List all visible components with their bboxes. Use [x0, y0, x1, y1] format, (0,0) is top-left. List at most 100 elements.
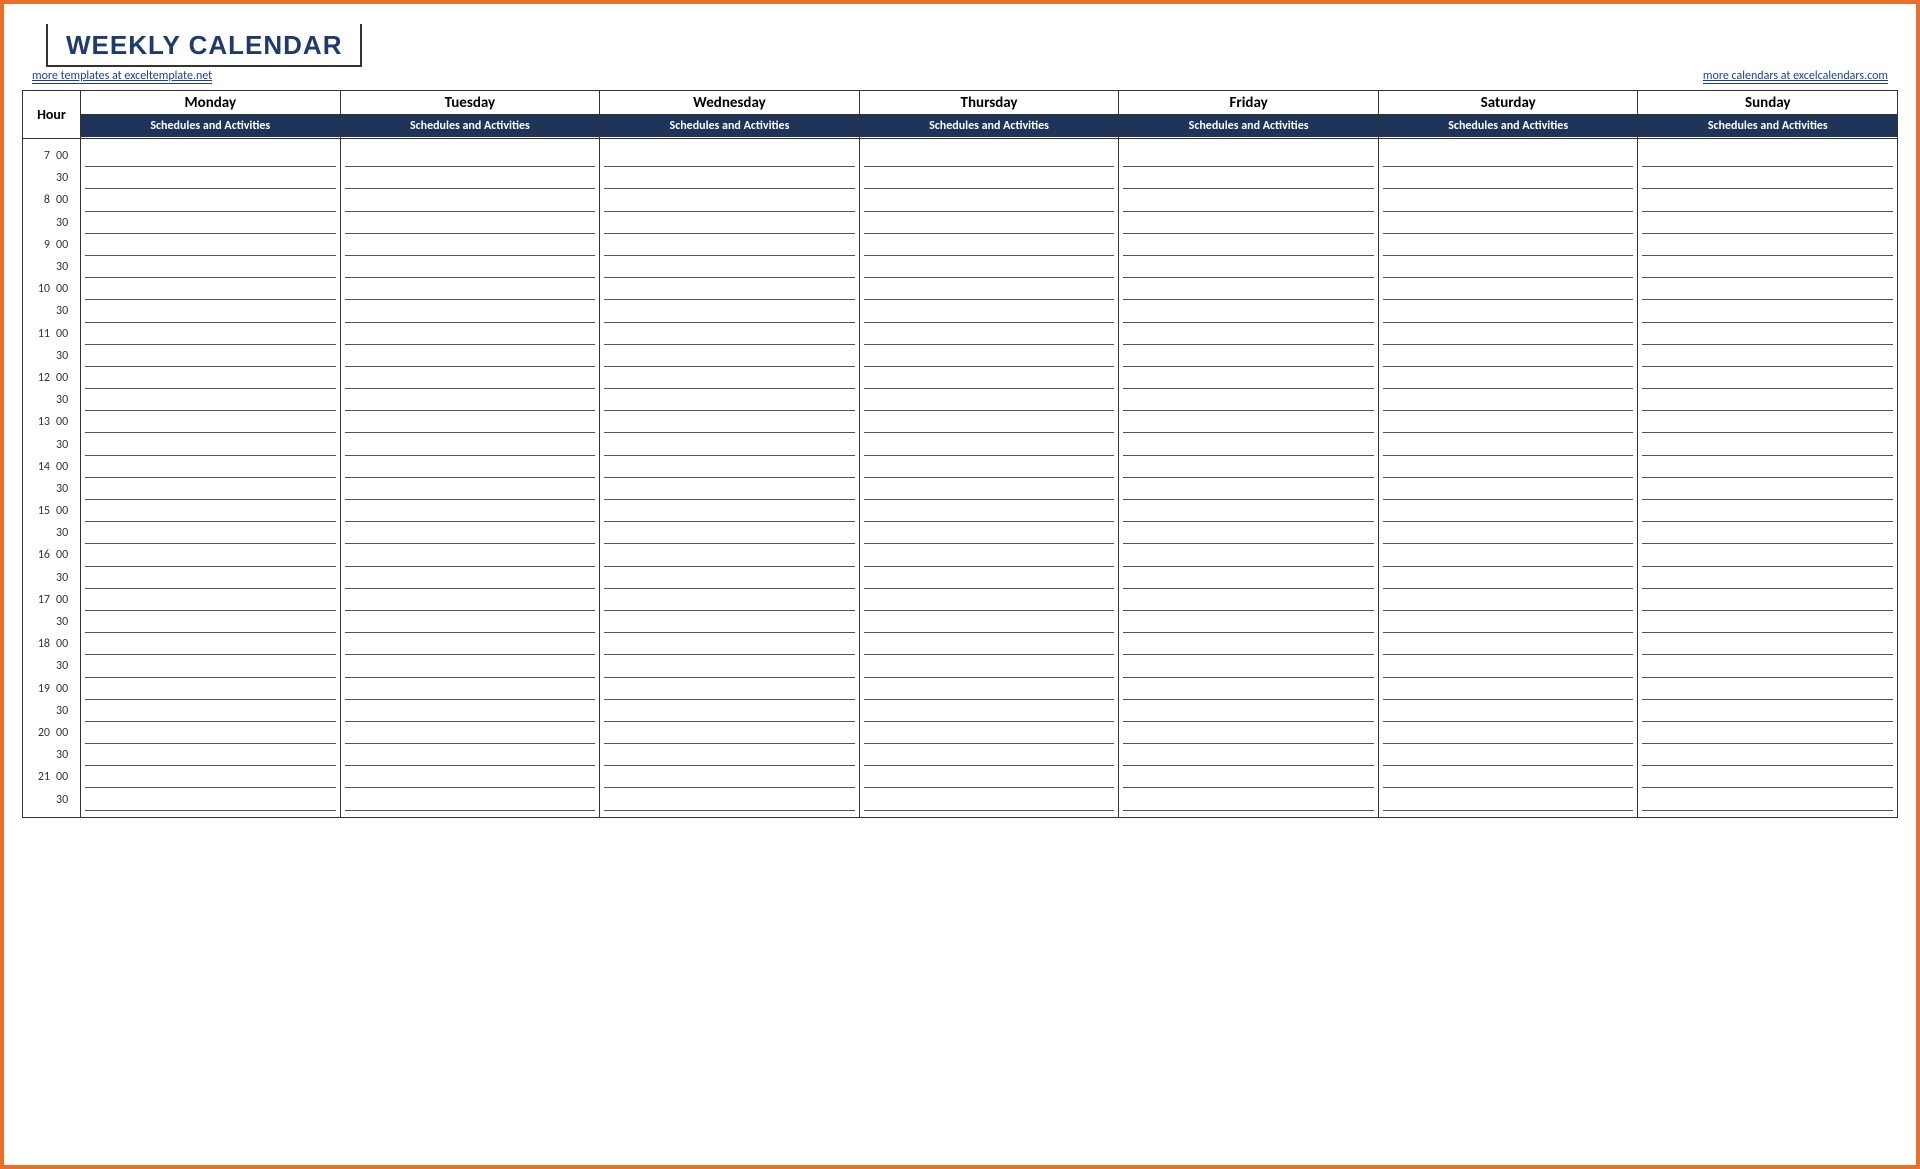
schedule-slot[interactable]: [85, 367, 336, 389]
schedule-slot[interactable]: [1383, 456, 1634, 478]
schedule-slot[interactable]: [604, 544, 855, 566]
schedule-slot[interactable]: [864, 212, 1115, 234]
schedule-slot[interactable]: [345, 544, 596, 566]
schedule-slot[interactable]: [604, 522, 855, 544]
schedule-slot[interactable]: [604, 256, 855, 278]
schedule-slot[interactable]: [345, 567, 596, 589]
schedule-slot[interactable]: [1123, 367, 1374, 389]
schedule-slot[interactable]: [85, 478, 336, 500]
schedule-slot[interactable]: [345, 700, 596, 722]
schedule-slot[interactable]: [345, 788, 596, 810]
schedule-slot[interactable]: [1383, 788, 1634, 810]
schedule-slot[interactable]: [604, 722, 855, 744]
schedule-slot[interactable]: [1642, 655, 1893, 677]
schedule-slot[interactable]: [1123, 700, 1374, 722]
schedule-slot[interactable]: [345, 722, 596, 744]
schedule-slot[interactable]: [85, 345, 336, 367]
schedule-slot[interactable]: [864, 522, 1115, 544]
schedule-slot[interactable]: [85, 788, 336, 810]
schedule-slot[interactable]: [85, 700, 336, 722]
schedule-slot[interactable]: [604, 766, 855, 788]
schedule-slot[interactable]: [85, 145, 336, 167]
schedule-slot[interactable]: [1383, 234, 1634, 256]
schedule-slot[interactable]: [345, 256, 596, 278]
schedule-slot[interactable]: [1642, 234, 1893, 256]
schedule-slot[interactable]: [345, 323, 596, 345]
schedule-slot[interactable]: [85, 744, 336, 766]
schedule-slot[interactable]: [85, 522, 336, 544]
schedule-slot[interactable]: [864, 234, 1115, 256]
schedule-slot[interactable]: [345, 389, 596, 411]
schedule-slot[interactable]: [1123, 433, 1374, 455]
schedule-slot[interactable]: [864, 633, 1115, 655]
schedule-slot[interactable]: [864, 167, 1115, 189]
schedule-slot[interactable]: [1123, 744, 1374, 766]
schedule-slot[interactable]: [604, 744, 855, 766]
schedule-slot[interactable]: [604, 189, 855, 211]
schedule-slot[interactable]: [604, 367, 855, 389]
schedule-slot[interactable]: [864, 655, 1115, 677]
schedule-slot[interactable]: [1383, 278, 1634, 300]
schedule-slot[interactable]: [1642, 722, 1893, 744]
schedule-slot[interactable]: [1642, 611, 1893, 633]
schedule-slot[interactable]: [85, 189, 336, 211]
schedule-slot[interactable]: [604, 567, 855, 589]
schedule-slot[interactable]: [345, 456, 596, 478]
schedule-slot[interactable]: [604, 611, 855, 633]
schedule-slot[interactable]: [345, 522, 596, 544]
schedule-slot[interactable]: [864, 500, 1115, 522]
schedule-slot[interactable]: [85, 611, 336, 633]
schedule-slot[interactable]: [1383, 544, 1634, 566]
schedule-slot[interactable]: [1123, 678, 1374, 700]
schedule-slot[interactable]: [85, 766, 336, 788]
schedule-slot[interactable]: [1642, 389, 1893, 411]
schedule-slot[interactable]: [604, 300, 855, 322]
schedule-slot[interactable]: [345, 367, 596, 389]
schedule-slot[interactable]: [1642, 145, 1893, 167]
schedule-slot[interactable]: [1642, 278, 1893, 300]
schedule-slot[interactable]: [85, 544, 336, 566]
schedule-slot[interactable]: [85, 655, 336, 677]
schedule-slot[interactable]: [85, 722, 336, 744]
schedule-slot[interactable]: [1123, 500, 1374, 522]
schedule-slot[interactable]: [1642, 411, 1893, 433]
schedule-slot[interactable]: [1642, 700, 1893, 722]
schedule-slot[interactable]: [1383, 367, 1634, 389]
schedule-slot[interactable]: [1123, 300, 1374, 322]
schedule-slot[interactable]: [864, 256, 1115, 278]
schedule-slot[interactable]: [85, 433, 336, 455]
schedule-slot[interactable]: [1123, 234, 1374, 256]
schedule-slot[interactable]: [1383, 567, 1634, 589]
schedule-slot[interactable]: [1642, 678, 1893, 700]
schedule-slot[interactable]: [864, 700, 1115, 722]
schedule-slot[interactable]: [864, 367, 1115, 389]
schedule-slot[interactable]: [345, 278, 596, 300]
schedule-slot[interactable]: [345, 744, 596, 766]
schedule-slot[interactable]: [345, 611, 596, 633]
schedule-slot[interactable]: [1123, 788, 1374, 810]
schedule-slot[interactable]: [864, 189, 1115, 211]
schedule-slot[interactable]: [1123, 544, 1374, 566]
schedule-slot[interactable]: [85, 678, 336, 700]
schedule-slot[interactable]: [604, 167, 855, 189]
schedule-slot[interactable]: [1383, 589, 1634, 611]
schedule-slot[interactable]: [1383, 722, 1634, 744]
schedule-slot[interactable]: [85, 567, 336, 589]
schedule-slot[interactable]: [1642, 323, 1893, 345]
schedule-slot[interactable]: [1123, 212, 1374, 234]
schedule-slot[interactable]: [85, 411, 336, 433]
schedule-slot[interactable]: [1383, 389, 1634, 411]
schedule-slot[interactable]: [604, 500, 855, 522]
schedule-slot[interactable]: [345, 655, 596, 677]
schedule-slot[interactable]: [1123, 655, 1374, 677]
schedule-slot[interactable]: [85, 234, 336, 256]
schedule-slot[interactable]: [864, 411, 1115, 433]
schedule-slot[interactable]: [1642, 300, 1893, 322]
schedule-slot[interactable]: [604, 633, 855, 655]
schedule-slot[interactable]: [1383, 633, 1634, 655]
schedule-slot[interactable]: [1642, 567, 1893, 589]
schedule-slot[interactable]: [604, 145, 855, 167]
schedule-slot[interactable]: [604, 278, 855, 300]
schedule-slot[interactable]: [1642, 522, 1893, 544]
schedule-slot[interactable]: [1383, 256, 1634, 278]
